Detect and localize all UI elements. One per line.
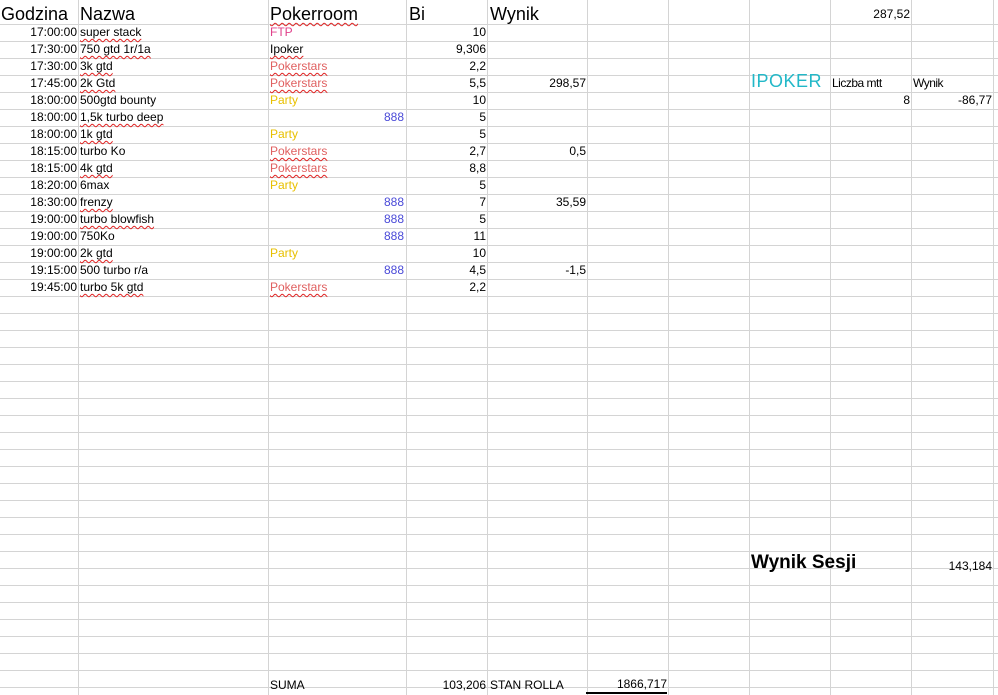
cell-time[interactable]: 19:45:00 <box>0 279 77 296</box>
cell-bi[interactable]: 2,7 <box>409 143 486 160</box>
cell-name[interactable]: 1,5k turbo deep <box>80 109 266 126</box>
header-nazwa[interactable]: Nazwa <box>80 3 266 25</box>
cell-time[interactable]: 19:00:00 <box>0 228 77 245</box>
cell-bi[interactable]: 9,306 <box>409 41 486 58</box>
cell-result[interactable] <box>490 24 586 41</box>
cell-name[interactable]: 3k gtd <box>80 58 266 75</box>
cell-pokerroom[interactable]: 888 <box>270 194 404 211</box>
cell-bi[interactable]: 5 <box>409 211 486 228</box>
cell-time[interactable]: 18:30:00 <box>0 194 77 211</box>
cell-pokerroom[interactable]: Pokerstars <box>270 143 404 160</box>
cell-name[interactable]: 2k Gtd <box>80 75 266 92</box>
cell-name[interactable]: turbo 5k gtd <box>80 279 266 296</box>
cell-pokerroom[interactable]: 888 <box>270 109 404 126</box>
cell-pokerroom[interactable]: Pokerstars <box>270 279 404 296</box>
cell-pokerroom[interactable]: 888 <box>270 211 404 228</box>
cell-result[interactable]: 0,5 <box>490 143 586 160</box>
stan-rolla-value[interactable]: 1866,717 <box>586 676 667 694</box>
cell-pokerroom[interactable]: FTP <box>270 24 404 41</box>
cell-time[interactable]: 18:15:00 <box>0 143 77 160</box>
cell-bi[interactable]: 5,5 <box>409 75 486 92</box>
header-pokerroom[interactable]: Pokerroom <box>270 3 404 25</box>
cell-bi[interactable]: 2,2 <box>409 58 486 75</box>
cell-name[interactable]: 750Ko <box>80 228 266 245</box>
cell-result[interactable]: 298,57 <box>490 75 586 92</box>
cell-result[interactable] <box>490 228 586 245</box>
cell-time[interactable]: 19:00:00 <box>0 245 77 262</box>
cell-time[interactable]: 19:00:00 <box>0 211 77 228</box>
cell-result[interactable] <box>490 160 586 177</box>
suma-label[interactable]: SUMA <box>270 677 404 694</box>
cell-pokerroom[interactable]: Pokerstars <box>270 160 404 177</box>
cell-time[interactable]: 18:20:00 <box>0 177 77 194</box>
session-result-value[interactable]: 143,184 <box>913 558 992 575</box>
cell-result[interactable]: 35,59 <box>490 194 586 211</box>
spreadsheet-grid[interactable]: Godzina Nazwa Pokerroom Bi Wynik 17:00:0… <box>0 0 998 695</box>
cell-name[interactable]: 2k gtd <box>80 245 266 262</box>
cell-result[interactable] <box>490 177 586 194</box>
cell-result[interactable] <box>490 279 586 296</box>
header-bi[interactable]: Bi <box>409 3 485 25</box>
stan-rolla-label[interactable]: STAN ROLLA <box>490 677 586 694</box>
cell-time[interactable]: 17:30:00 <box>0 58 77 75</box>
suma-value[interactable]: 103,206 <box>409 677 486 694</box>
cell-name[interactable]: 6max <box>80 177 266 194</box>
cell-name[interactable]: super stack <box>80 24 266 41</box>
cell-time[interactable]: 17:30:00 <box>0 41 77 58</box>
top-right-value[interactable]: 287,52 <box>832 6 910 23</box>
cell-pokerroom[interactable]: Party <box>270 177 404 194</box>
cell-result[interactable] <box>490 92 586 109</box>
cell-pokerroom[interactable]: Pokerstars <box>270 75 404 92</box>
cell-name[interactable]: 1k gtd <box>80 126 266 143</box>
cell-bi[interactable]: 10 <box>409 245 486 262</box>
cell-bi[interactable]: 5 <box>409 177 486 194</box>
cell-result[interactable] <box>490 41 586 58</box>
cell-name[interactable]: turbo Ko <box>80 143 266 160</box>
cell-result[interactable] <box>490 109 586 126</box>
cell-name[interactable]: frenzy <box>80 194 266 211</box>
cell-result[interactable] <box>490 245 586 262</box>
cell-pokerroom[interactable]: Ipoker <box>270 41 404 58</box>
ipoker-count-value[interactable]: 8 <box>832 92 910 109</box>
header-wynik[interactable]: Wynik <box>490 3 586 25</box>
ipoker-summary-label[interactable]: IPOKER <box>751 70 822 92</box>
cell-name[interactable]: 750 gtd 1r/1a <box>80 41 266 58</box>
cell-time[interactable]: 18:00:00 <box>0 92 77 109</box>
cell-bi[interactable]: 5 <box>409 109 486 126</box>
cell-bi[interactable]: 7 <box>409 194 486 211</box>
cell-time[interactable]: 19:15:00 <box>0 262 77 279</box>
ipoker-count-header[interactable]: Liczba mtt <box>832 75 910 92</box>
cell-time[interactable]: 17:00:00 <box>0 24 77 41</box>
cell-bi[interactable]: 8,8 <box>409 160 486 177</box>
cell-bi[interactable]: 2,2 <box>409 279 486 296</box>
cell-pokerroom[interactable]: Party <box>270 126 404 143</box>
cell-name[interactable]: 500gtd bounty <box>80 92 266 109</box>
cell-result[interactable] <box>490 126 586 143</box>
cell-name[interactable]: 500 turbo r/a <box>80 262 266 279</box>
ipoker-result-value[interactable]: -86,77 <box>913 92 992 109</box>
cell-name[interactable]: 4k gtd <box>80 160 266 177</box>
session-result-label[interactable]: Wynik Sesji <box>751 552 856 574</box>
cell-result[interactable]: -1,5 <box>490 262 586 279</box>
cell-name[interactable]: turbo blowfish <box>80 211 266 228</box>
cell-result[interactable] <box>490 58 586 75</box>
cell-time[interactable]: 18:00:00 <box>0 109 77 126</box>
cell-result[interactable] <box>490 211 586 228</box>
cell-time[interactable]: 18:00:00 <box>0 126 77 143</box>
cell-bi[interactable]: 11 <box>409 228 486 245</box>
cell-time[interactable]: 18:15:00 <box>0 160 77 177</box>
cell-bi[interactable]: 10 <box>409 92 486 109</box>
cell-bi[interactable]: 5 <box>409 126 486 143</box>
header-godzina[interactable]: Godzina <box>1 3 77 25</box>
cell-time[interactable]: 17:45:00 <box>0 75 77 92</box>
cell-pokerroom[interactable]: Party <box>270 245 404 262</box>
cell-pokerroom[interactable]: Party <box>270 92 404 109</box>
cell-bi[interactable]: 4,5 <box>409 262 486 279</box>
ipoker-result-header[interactable]: Wynik <box>913 75 991 92</box>
cell-bi[interactable]: 10 <box>409 24 486 41</box>
cell-pokerroom[interactable]: Pokerstars <box>270 58 404 75</box>
cell-pokerroom[interactable]: 888 <box>270 262 404 279</box>
cell-pokerroom[interactable]: 888 <box>270 228 404 245</box>
